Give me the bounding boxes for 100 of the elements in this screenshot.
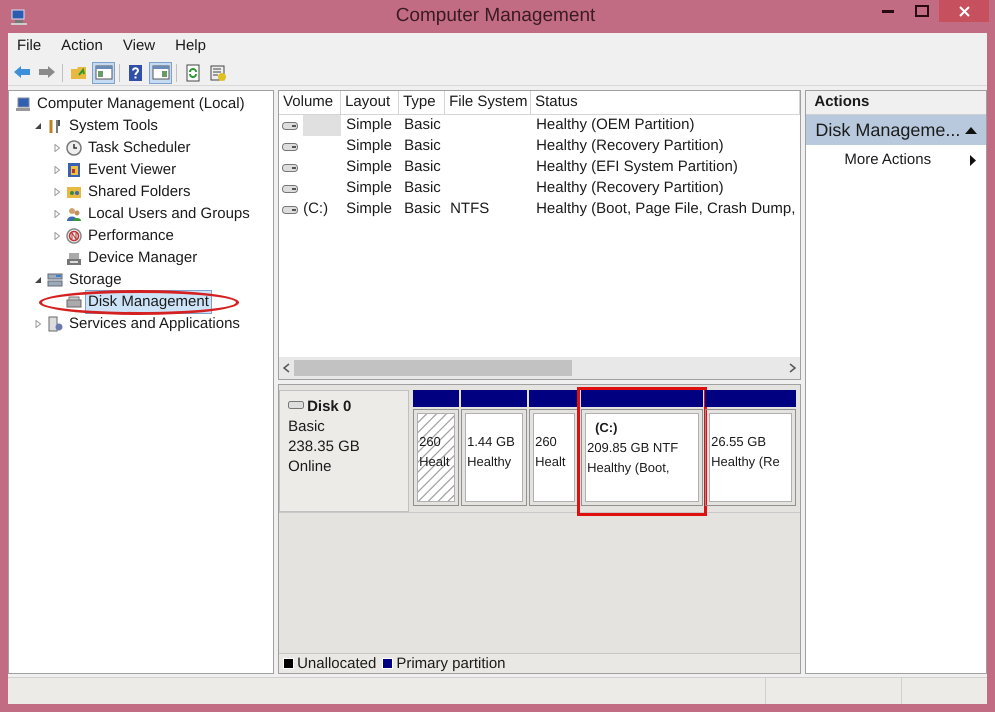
disk-type: Basic: [288, 417, 326, 437]
action-item[interactable]: More Actions: [806, 145, 986, 175]
table-cell-text: NTFS: [450, 199, 490, 220]
partition[interactable]: (C:) 209.85 GB NTF Healthy (Boot,: [581, 409, 704, 506]
submenu-arrow-icon: [970, 154, 976, 166]
column-header[interactable]: Layout: [341, 91, 400, 114]
table-cell-text: Simple: [346, 157, 392, 178]
tree-item[interactable]: Services and Applications: [66, 312, 243, 336]
disk-icon: [66, 294, 82, 310]
tree-item[interactable]: Performance: [85, 224, 177, 248]
scrollbar-thumb[interactable]: [294, 360, 572, 376]
toolbar-button[interactable]: [149, 62, 172, 84]
table-cell-text: Simple: [346, 136, 392, 156]
partition-text: Healthy (Re: [711, 453, 781, 471]
table-cell-text: Healthy (EFI System Partition): [536, 157, 738, 178]
pane-icon: [152, 64, 170, 82]
tree-item[interactable]: System Tools: [66, 114, 161, 138]
partition-text: Healthy (Boot,: [587, 459, 670, 477]
table-cell-text: Healthy (Recovery Partition): [536, 136, 724, 156]
legend-label: Unallocated: [297, 655, 376, 673]
help-icon: [126, 64, 144, 82]
table-cell-text: Basic: [404, 199, 441, 220]
partition-text: Healt: [419, 453, 450, 471]
column-header[interactable]: Volume: [279, 91, 342, 114]
partition[interactable]: 260 Healt: [413, 409, 460, 506]
tree-item[interactable]: Local Users and Groups: [85, 202, 253, 226]
users-icon: [66, 206, 82, 222]
tree-item[interactable]: Storage: [66, 268, 125, 292]
table-cell-text: Simple: [346, 115, 392, 136]
tree-item[interactable]: Task Scheduler: [85, 136, 194, 160]
expand-arrow-icon[interactable]: [53, 166, 61, 174]
section-title: Disk Manageme...: [815, 118, 960, 142]
table-cell-text: Simple: [346, 199, 392, 220]
toolbar-button[interactable]: [92, 62, 115, 84]
expand-arrow-icon[interactable]: [53, 188, 61, 196]
app-icon: [10, 8, 28, 26]
collapse-arrow-icon[interactable]: [34, 276, 42, 284]
partition-text: 26.55 GB: [711, 433, 768, 451]
column-header[interactable]: Type: [399, 91, 446, 114]
disk-status: Online: [288, 457, 332, 477]
partition[interactable]: 260 Healt: [529, 409, 580, 506]
tools-icon: [47, 118, 63, 134]
drive-icon: [282, 184, 298, 192]
tree-item[interactable]: Shared Folders: [85, 180, 194, 204]
partition-text: 1.44 GB: [467, 433, 516, 451]
gauge-icon: [66, 228, 82, 244]
menu-item[interactable]: View: [122, 35, 156, 58]
expand-arrow-icon[interactable]: [53, 232, 61, 240]
table-cell-text: Simple: [346, 178, 392, 198]
expand-arrow-icon[interactable]: [53, 210, 61, 218]
disk-size: 238.35 GB: [288, 437, 361, 457]
partition-bar: [413, 390, 460, 407]
action-label: More Actions: [844, 150, 932, 170]
partition-text: Healt: [535, 453, 566, 471]
partition-bar: [529, 390, 580, 407]
volume-name: (C:): [303, 199, 330, 220]
drive-icon: [282, 142, 298, 150]
collapse-arrow-icon[interactable]: [34, 122, 42, 130]
table-cell-text: Healthy (OEM Partition): [536, 115, 694, 136]
legend-label: Primary partition: [396, 655, 506, 673]
column-header[interactable]: File System: [445, 91, 532, 114]
disk-name: Disk 0: [307, 397, 352, 417]
drive-icon: [282, 206, 298, 214]
expand-arrow-icon[interactable]: [53, 144, 61, 152]
partition-text: Healthy: [467, 453, 512, 471]
actions-section-header[interactable]: Disk Manageme...: [806, 115, 986, 145]
table-cell-text: Basic: [404, 178, 441, 198]
column-header[interactable]: Status: [531, 91, 800, 114]
services-icon: [47, 316, 63, 332]
tree-item[interactable]: Device Manager: [85, 246, 200, 270]
partition[interactable]: 1.44 GB Healthy: [461, 409, 528, 506]
expand-arrow-icon[interactable]: [34, 320, 42, 328]
computer-icon: [15, 96, 31, 112]
tree-item[interactable]: Computer Management (Local): [34, 92, 248, 116]
device-icon: [66, 250, 82, 266]
menu-item[interactable]: Help: [174, 35, 207, 58]
scroll-left-icon: [282, 363, 290, 373]
actions-header: Actions: [806, 91, 986, 115]
table-cell-text: Basic: [404, 136, 441, 156]
close-button[interactable]: [939, 0, 989, 22]
storage-icon: [47, 272, 63, 288]
menu-item[interactable]: Action: [60, 35, 104, 58]
refresh-icon: [184, 64, 202, 82]
drive-icon: [282, 164, 298, 172]
partition-bar: [461, 390, 528, 407]
table-cell-text: Basic: [404, 115, 441, 136]
drive-icon: [282, 122, 298, 130]
window-title: Computer Management: [396, 4, 596, 28]
close-icon: [958, 6, 970, 16]
table-cell-text: Healthy (Recovery Partition): [536, 178, 724, 198]
partition-text: 209.85 GB NTF: [587, 439, 680, 457]
menu-item[interactable]: File: [16, 35, 42, 58]
partition[interactable]: 26.55 GB Healthy (Re: [705, 409, 796, 506]
tree-item[interactable]: Event Viewer: [85, 158, 180, 182]
table-cell-text: Basic: [404, 157, 441, 178]
pane-icon: [94, 64, 112, 82]
collapse-icon: [965, 126, 977, 134]
properties-icon: [208, 64, 226, 82]
horizontal-scrollbar[interactable]: [279, 357, 800, 379]
clock-icon: [66, 140, 82, 156]
